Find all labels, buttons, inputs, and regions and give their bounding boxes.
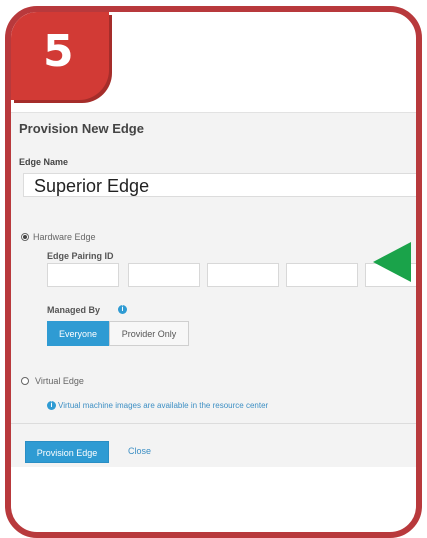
- edge-name-input[interactable]: Superior Edge: [23, 173, 416, 197]
- pairing-id-field-1[interactable]: [47, 263, 119, 287]
- hardware-edge-label: Hardware Edge: [33, 232, 96, 242]
- virtual-edge-label: Virtual Edge: [35, 376, 84, 386]
- step-badge: 5: [11, 12, 109, 100]
- dialog-title: Provision New Edge: [19, 121, 144, 136]
- hardware-edge-radio[interactable]: [21, 233, 29, 241]
- virtual-edge-note[interactable]: Virtual machine images are available in …: [58, 401, 268, 410]
- provision-edge-dialog: Provision New Edge Edge Name Superior Ed…: [11, 112, 416, 467]
- pairing-id-field-4[interactable]: [286, 263, 358, 287]
- arrow-pointer-icon: [373, 242, 411, 282]
- divider: [11, 423, 416, 424]
- step-number: 5: [43, 26, 74, 77]
- pairing-id-field-2[interactable]: [128, 263, 200, 287]
- managed-by-provider-only-button[interactable]: Provider Only: [109, 321, 189, 346]
- managed-by-everyone-button[interactable]: Everyone: [47, 321, 109, 346]
- edge-pairing-label: Edge Pairing ID: [47, 251, 114, 261]
- info-icon[interactable]: i: [118, 305, 127, 314]
- edge-name-label: Edge Name: [19, 157, 69, 167]
- managed-by-label: Managed By: [47, 305, 101, 315]
- info-icon: i: [47, 401, 56, 410]
- virtual-edge-radio[interactable]: [21, 377, 29, 385]
- close-button[interactable]: Close: [128, 446, 151, 456]
- screenshot-frame: 5 Provision New Edge Edge Name Superior …: [5, 6, 422, 538]
- pairing-id-field-3[interactable]: [207, 263, 279, 287]
- provision-edge-button[interactable]: Provision Edge: [25, 441, 109, 463]
